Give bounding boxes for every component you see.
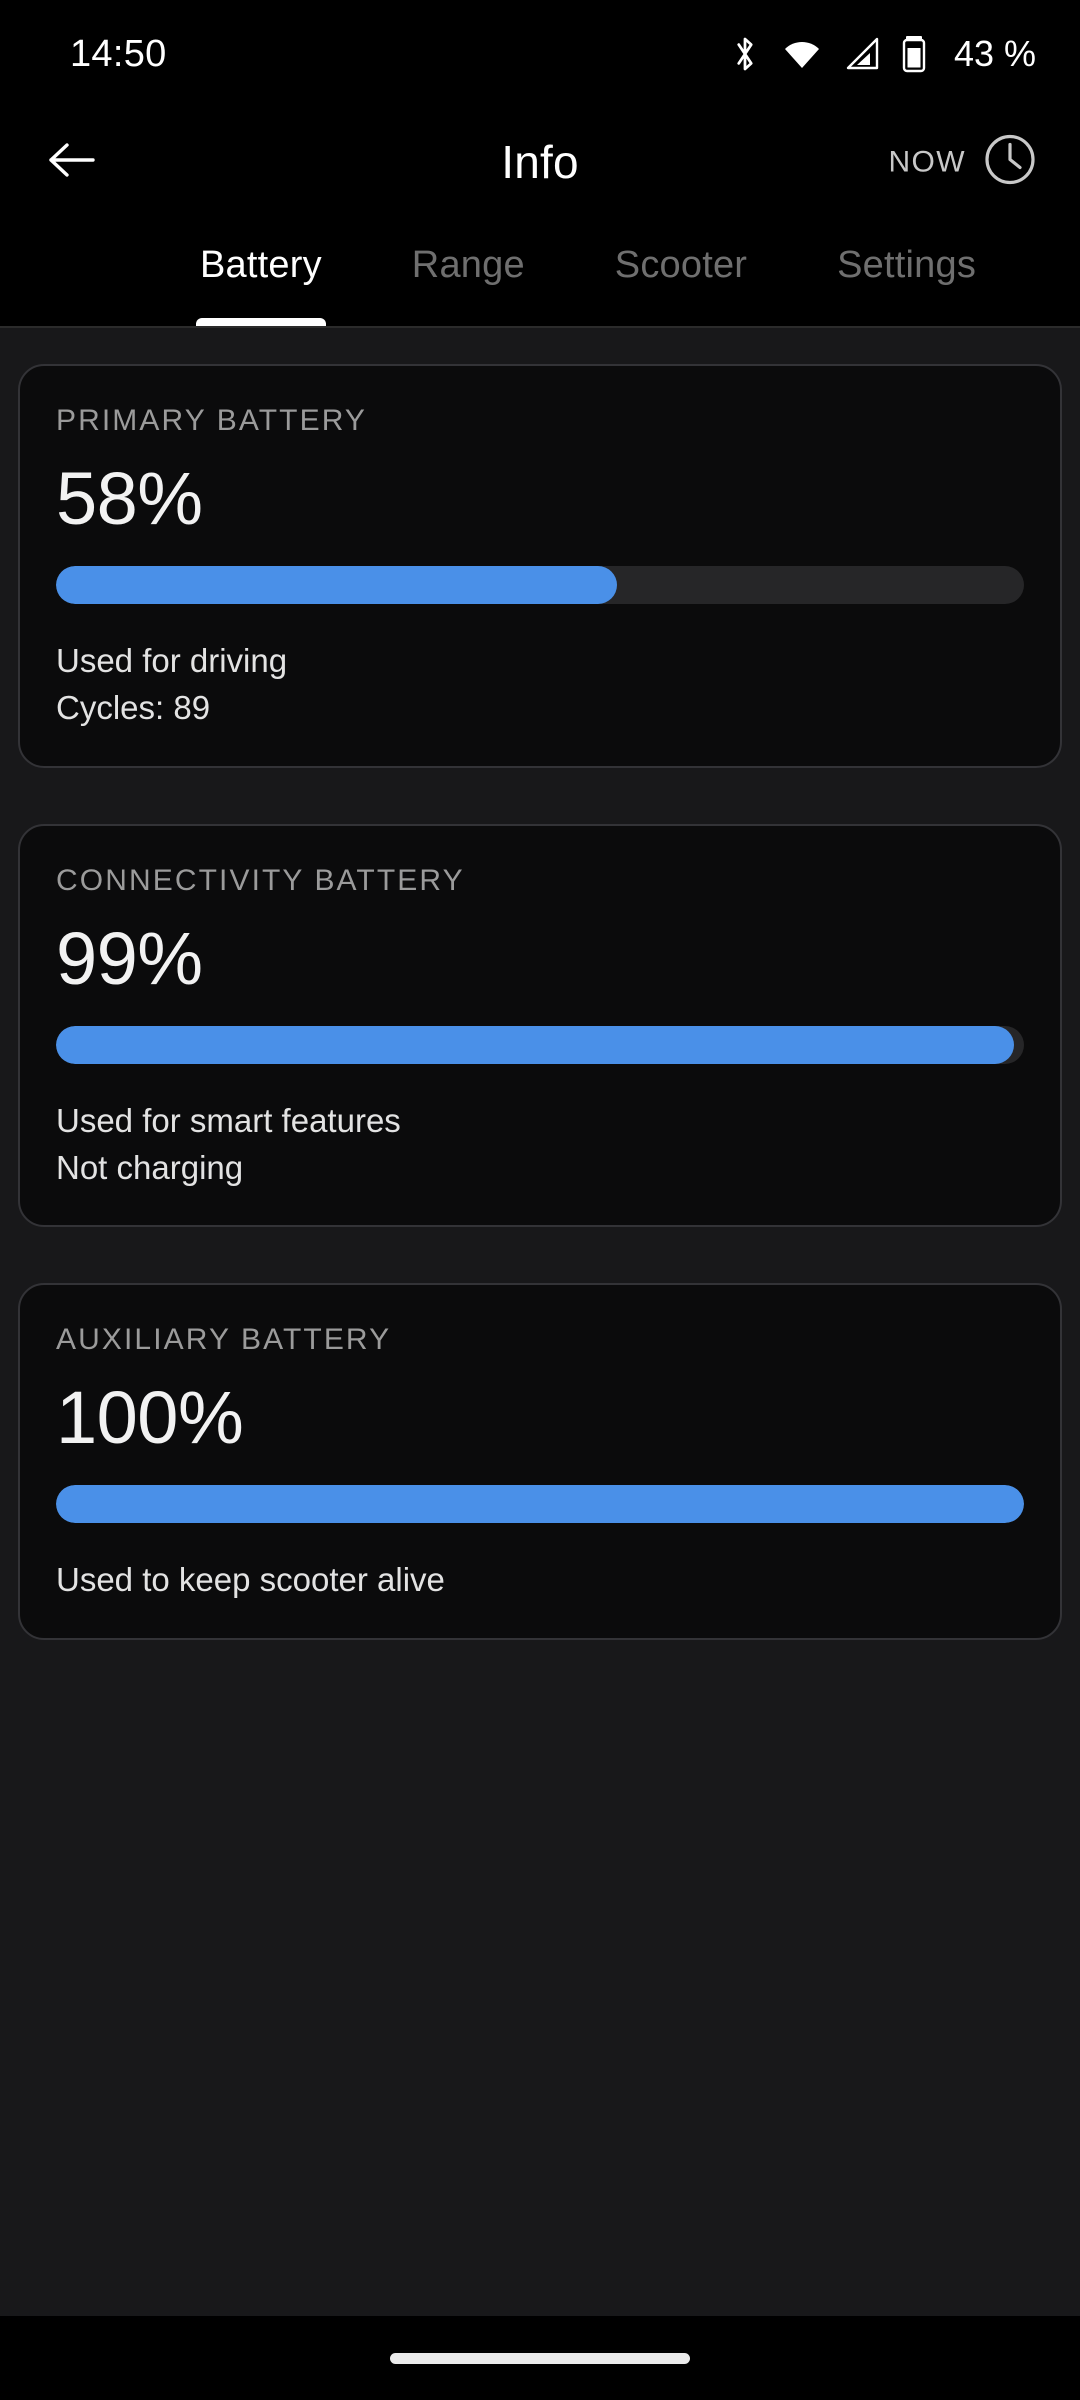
auxiliary-battery-card[interactable]: AUXILIARY BATTERY 100% Used to keep scoo… [18, 1283, 1062, 1641]
card-value: 99% [56, 916, 203, 1000]
phone-screen: 14:50 43 % Info NOW Battery Range Scoote… [0, 0, 1080, 2400]
battery-icon [902, 35, 926, 73]
status-bar-icons: 43 % [730, 33, 1036, 75]
battery-progress-track [56, 1485, 1024, 1524]
status-bar: 14:50 43 % [0, 0, 1080, 108]
tab-scooter-label: Scooter [614, 244, 748, 286]
battery-progress-fill [56, 1485, 1024, 1524]
card-note-secondary: Not charging [56, 1148, 244, 1186]
card-label: AUXILIARY BATTERY [56, 1323, 392, 1357]
tab-settings-label: Settings [837, 244, 977, 286]
battery-tab-content: PRIMARY BATTERY 58% Used for driving Cyc… [0, 328, 1080, 2316]
card-note-primary: Used to keep scooter alive [56, 1561, 445, 1599]
tab-active-indicator [196, 318, 326, 326]
tab-bar: Battery Range Scooter Settings [0, 216, 1080, 328]
tab-range[interactable]: Range [412, 216, 525, 326]
now-button[interactable]: NOW [888, 132, 1038, 193]
system-navigation-bar [0, 2316, 1080, 2400]
card-value: 100% [56, 1376, 244, 1460]
card-label: PRIMARY BATTERY [56, 404, 368, 437]
status-bar-battery-percent: 43 % [953, 33, 1036, 74]
card-note-secondary: Cycles: 89 [56, 688, 211, 726]
card-label: CONNECTIVITY BATTERY [56, 863, 465, 897]
battery-progress-track [56, 566, 1024, 604]
battery-progress-fill [56, 1025, 1015, 1064]
home-gesture-pill[interactable] [390, 2352, 690, 2364]
tab-battery[interactable]: Battery [196, 216, 326, 326]
bluetooth-icon [730, 35, 760, 73]
card-note-primary: Used for driving [56, 642, 288, 679]
tab-range-label: Range [411, 244, 525, 286]
app-bar: Info NOW [0, 108, 1080, 216]
clock-icon [982, 132, 1038, 193]
tab-battery-label: Battery [200, 244, 322, 286]
tab-scooter[interactable]: Scooter [615, 216, 747, 326]
tab-settings[interactable]: Settings [837, 216, 976, 326]
cellular-signal-icon [844, 37, 880, 71]
card-note-primary: Used for smart features [56, 1101, 401, 1139]
now-label: NOW [888, 145, 966, 178]
battery-progress-fill [56, 566, 618, 604]
card-value: 58% [56, 457, 203, 540]
connectivity-battery-card[interactable]: CONNECTIVITY BATTERY 99% Used for smart … [18, 823, 1062, 1228]
status-bar-clock: 14:50 [70, 32, 167, 75]
primary-battery-card[interactable]: PRIMARY BATTERY 58% Used for driving Cyc… [18, 364, 1062, 768]
battery-progress-track [56, 1025, 1024, 1064]
wifi-icon [782, 38, 822, 70]
